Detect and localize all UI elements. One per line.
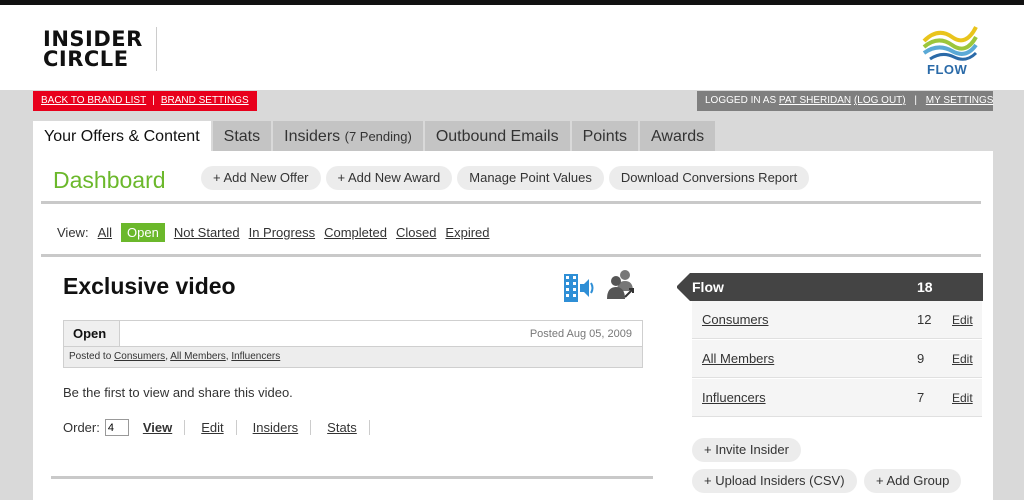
main-tabs: Your Offers & Content Stats Insiders (7 … — [33, 121, 717, 151]
upload-insiders-csv-button[interactable]: + Upload Insiders (CSV) — [692, 469, 857, 493]
group-all-members-link[interactable]: All Members — [702, 340, 774, 378]
my-settings-link[interactable]: MY SETTINGS — [926, 95, 994, 106]
utility-separator: | — [914, 95, 918, 106]
logged-in-label: LOGGED IN AS — [705, 95, 777, 106]
header-notch — [676, 273, 690, 301]
tab-label: Awards — [651, 128, 705, 145]
add-group-button[interactable]: + Add Group — [864, 469, 962, 493]
brand-name: FLOW — [927, 62, 968, 77]
tab-label: Outbound Emails — [435, 128, 559, 145]
filter-all[interactable]: All — [98, 225, 112, 240]
status-badge: Open — [64, 321, 120, 346]
group-row: Consumers 12 Edit — [692, 301, 982, 339]
divider — [51, 476, 653, 479]
video-audio-icon[interactable] — [563, 273, 597, 303]
posted-to-label: Posted to — [69, 351, 112, 362]
offer-status-bar: Open Posted Aug 05, 2009 — [63, 320, 643, 346]
tab-awards[interactable]: Awards — [640, 121, 716, 151]
filter-completed[interactable]: Completed — [324, 225, 387, 240]
tab-outbound-emails[interactable]: Outbound Emails — [424, 121, 570, 151]
offer-title: Exclusive video — [63, 273, 236, 299]
order-input[interactable] — [104, 419, 129, 436]
logo-line-1: INSIDER — [43, 27, 143, 51]
download-conversions-report-button[interactable]: Download Conversions Report — [608, 166, 810, 190]
main-panel: Dashboard + Add New Offer + Add New Awar… — [33, 151, 993, 500]
filter-in-progress[interactable]: In Progress — [249, 225, 315, 240]
group-influencers-link[interactable]: Influencers — [702, 379, 766, 417]
filter-expired[interactable]: Expired — [445, 225, 489, 240]
logo-line-2: CIRCLE — [43, 47, 129, 71]
brand-utility-bar: BACK TO BRAND LIST | BRAND SETTINGS — [33, 91, 257, 111]
order-label: Order: — [63, 420, 100, 435]
offer-description: Be the first to view and share this vide… — [63, 385, 293, 400]
tab-label: Insiders — [284, 128, 341, 145]
manage-point-values-button[interactable]: Manage Point Values — [457, 166, 604, 190]
logout-link[interactable]: (LOG OUT) — [854, 95, 906, 106]
edit-offer-link[interactable]: Edit — [201, 420, 237, 435]
people-share-icon[interactable] — [603, 267, 639, 303]
divider — [41, 254, 981, 257]
logo-divider — [156, 27, 157, 71]
group-count: 7 — [917, 390, 925, 405]
edit-group-link[interactable]: Edit — [952, 379, 973, 417]
posted-to-influencers-link[interactable]: Influencers — [231, 351, 280, 362]
sidebar-brand-header: Flow 18 — [676, 273, 983, 301]
edit-group-link[interactable]: Edit — [952, 301, 973, 339]
view-filter: View: All Open Not Started In Progress C… — [57, 223, 490, 242]
tab-offers-content[interactable]: Your Offers & Content — [33, 121, 211, 151]
filter-closed[interactable]: Closed — [396, 225, 436, 240]
divider — [41, 201, 981, 204]
sidebar-brand-name: Flow — [692, 279, 724, 295]
back-to-brand-list-link[interactable]: BACK TO BRAND LIST — [41, 95, 146, 106]
group-count: 9 — [917, 351, 925, 366]
site-header: INSIDER CIRCLE FLOW — [0, 5, 1024, 90]
brand-settings-link[interactable]: BRAND SETTINGS — [161, 95, 249, 106]
tab-label: Points — [582, 128, 628, 145]
posted-to-all-members-link[interactable]: All Members — [170, 351, 226, 362]
posted-to-row: Posted to Consumers, All Members, Influe… — [63, 346, 643, 368]
filter-open[interactable]: Open — [121, 223, 165, 242]
view-filter-label: View: — [57, 225, 89, 240]
tab-points[interactable]: Points — [571, 121, 639, 151]
offer-insiders-link[interactable]: Insiders — [253, 420, 312, 435]
page-title: Dashboard — [53, 167, 166, 193]
group-row: All Members 9 Edit — [692, 340, 982, 378]
group-count: 12 — [917, 312, 932, 327]
tab-stats[interactable]: Stats — [212, 121, 272, 151]
view-offer-link[interactable]: View — [143, 420, 186, 435]
posted-to-consumers-link[interactable]: Consumers — [114, 351, 165, 362]
posted-date: Posted Aug 05, 2009 — [529, 328, 632, 340]
offer-controls: Order: View Edit Insiders Stats — [63, 419, 370, 436]
user-name-link[interactable]: PAT SHERIDAN — [779, 95, 851, 106]
edit-group-link[interactable]: Edit — [952, 340, 973, 378]
offer-stats-link[interactable]: Stats — [327, 420, 370, 435]
invite-insider-button[interactable]: + Invite Insider — [692, 438, 801, 462]
add-new-offer-button[interactable]: + Add New Offer — [201, 166, 321, 190]
tab-insiders[interactable]: Insiders (7 Pending) — [273, 121, 423, 151]
group-row: Influencers 7 Edit — [692, 379, 982, 417]
group-consumers-link[interactable]: Consumers — [702, 301, 768, 339]
add-new-award-button[interactable]: + Add New Award — [325, 166, 453, 190]
pending-badge: (7 Pending) — [344, 129, 412, 144]
sidebar-brand-count: 18 — [917, 279, 933, 295]
utility-separator: | — [152, 95, 155, 106]
insider-circle-logo[interactable]: INSIDER CIRCLE — [43, 27, 143, 71]
account-utility-bar: LOGGED IN AS PAT SHERIDAN (LOG OUT) | MY… — [697, 91, 993, 111]
filter-not-started[interactable]: Not Started — [174, 225, 240, 240]
dashboard-actions: + Add New Offer + Add New Award Manage P… — [201, 166, 814, 190]
tab-label: Stats — [223, 128, 261, 145]
tab-label: Your Offers & Content — [44, 128, 200, 145]
